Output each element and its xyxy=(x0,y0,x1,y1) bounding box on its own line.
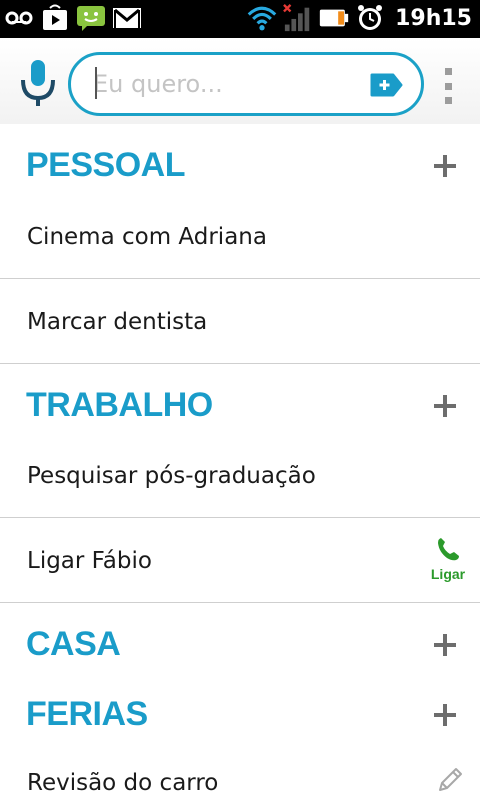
add-tag-button[interactable] xyxy=(369,72,403,98)
wifi-icon xyxy=(247,3,277,33)
item-label: Cinema com Adriana xyxy=(27,224,267,250)
list-item[interactable]: Pesquisar pós-graduação xyxy=(0,433,480,518)
item-label: Pesquisar pós-graduação xyxy=(27,463,316,489)
voicemail-icon xyxy=(4,3,34,33)
microphone-icon[interactable] xyxy=(18,58,58,108)
section-trabalho: TRABALHO xyxy=(0,364,480,434)
sms-icon xyxy=(76,3,106,33)
item-label: Revisão do carro xyxy=(27,770,219,796)
section-pessoal: PESSOAL xyxy=(0,124,480,194)
gmail-icon xyxy=(112,3,142,33)
status-time: 19h15 xyxy=(395,5,472,31)
add-icon[interactable] xyxy=(434,395,456,417)
section-title: CASA xyxy=(26,625,121,663)
section-title: FERIAS xyxy=(26,695,148,733)
list-item[interactable]: Revisão do carro xyxy=(0,740,480,800)
section-title: TRABALHO xyxy=(26,386,213,424)
signal-icon xyxy=(283,3,313,33)
call-label: Ligar xyxy=(430,566,466,582)
add-icon[interactable] xyxy=(434,155,456,177)
play-store-icon xyxy=(40,3,70,33)
edit-pencil-icon[interactable] xyxy=(436,766,464,794)
add-icon[interactable] xyxy=(434,634,456,656)
call-button[interactable]: Ligar xyxy=(428,536,468,582)
item-label: Marcar dentista xyxy=(27,309,208,335)
search-input[interactable] xyxy=(93,67,353,101)
item-label: Ligar Fábio xyxy=(27,548,152,574)
alarm-icon xyxy=(355,3,385,33)
battery-icon xyxy=(319,3,349,33)
search-header xyxy=(0,38,480,124)
section-title: PESSOAL xyxy=(26,146,185,184)
list-item[interactable]: Marcar dentista xyxy=(0,279,480,364)
search-box[interactable] xyxy=(68,52,424,116)
list-item[interactable]: Cinema com Adriana xyxy=(0,194,480,279)
text-caret xyxy=(95,67,97,99)
add-icon[interactable] xyxy=(434,704,456,726)
section-ferias: FERIAS xyxy=(0,673,480,743)
status-bar: 19h15 xyxy=(0,0,480,38)
overflow-menu-icon[interactable] xyxy=(441,68,455,104)
section-casa: CASA xyxy=(0,603,480,673)
list-item[interactable]: Ligar Fábio Ligar xyxy=(0,518,480,603)
phone-icon xyxy=(438,538,459,561)
